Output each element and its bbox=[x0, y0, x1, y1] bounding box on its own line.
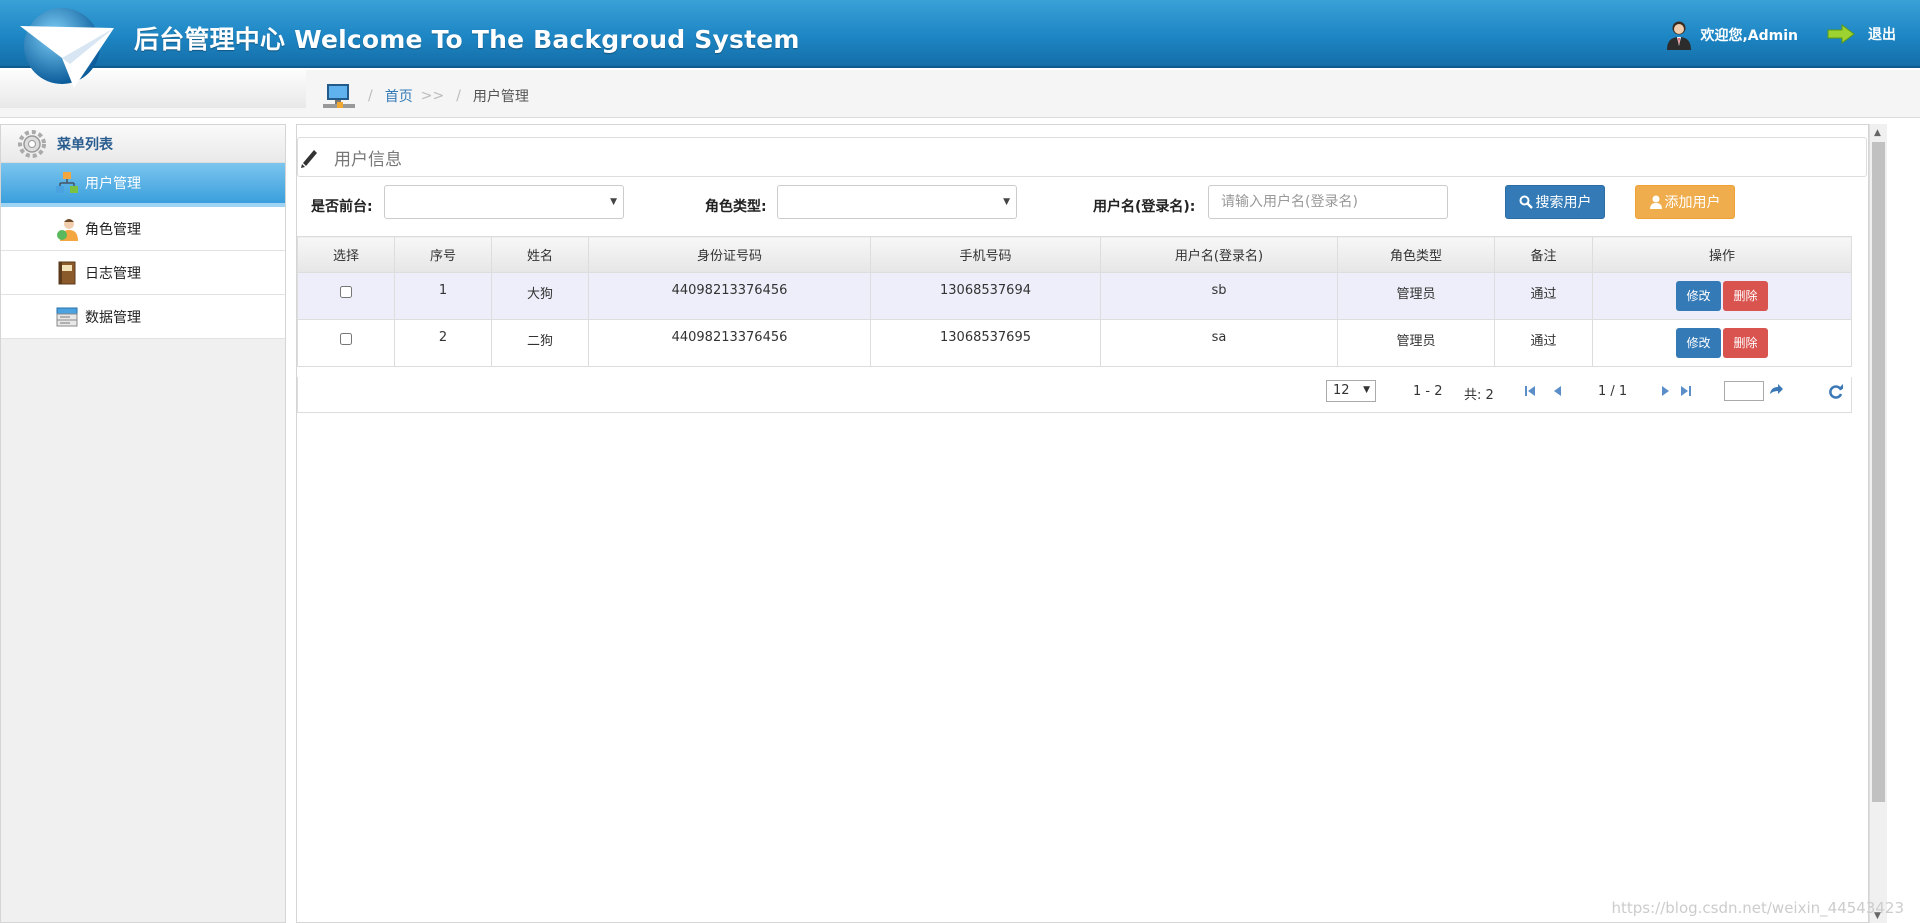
scroll-thumb[interactable] bbox=[1872, 142, 1885, 802]
search-icon bbox=[1519, 195, 1533, 209]
cell-role: 管理员 bbox=[1337, 272, 1495, 320]
panel-title: 用户信息 bbox=[334, 149, 402, 170]
scroll-up-icon[interactable]: ▲ bbox=[1874, 128, 1881, 138]
welcome-user: 欢迎您,Admin bbox=[1666, 20, 1798, 50]
top-header: 后台管理中心 Welcome To The Backgroud System 欢… bbox=[0, 0, 1920, 68]
front-label: 是否前台: bbox=[311, 199, 373, 215]
sidebar-item-role-manage[interactable]: 角色管理 bbox=[1, 207, 285, 251]
col-idcard: 身份证号码 bbox=[588, 236, 871, 273]
pencil-icon bbox=[301, 150, 317, 168]
col-index: 序号 bbox=[394, 236, 492, 273]
sidebar-item-data-manage[interactable]: 数据管理 bbox=[1, 295, 285, 339]
pager: 12 ▼ 1 - 2 共: 2 1 / 1 bbox=[297, 377, 1852, 413]
search-user-button[interactable]: 搜索用户 bbox=[1505, 185, 1605, 219]
caret-down-icon: ▼ bbox=[1363, 385, 1370, 395]
welcome-text: 欢迎您,Admin bbox=[1700, 28, 1798, 44]
cell-name: 大狗 bbox=[491, 272, 589, 320]
cell-phone: 13068537695 bbox=[870, 319, 1101, 367]
edit-button[interactable]: 修改 bbox=[1676, 328, 1721, 358]
cell-username: sa bbox=[1100, 319, 1338, 367]
user-table: 选择 序号 姓名 身份证号码 手机号码 用户名(登录名) 角色类型 备注 操作 … bbox=[297, 236, 1852, 367]
paper-plane-logo bbox=[20, 8, 114, 88]
sidebar-item-label: 角色管理 bbox=[85, 221, 141, 238]
cell-username: sb bbox=[1100, 272, 1338, 320]
admin-avatar-icon bbox=[1667, 21, 1692, 50]
pager-range: 1 - 2 bbox=[1413, 384, 1443, 399]
col-remark: 备注 bbox=[1494, 236, 1593, 273]
col-phone: 手机号码 bbox=[870, 236, 1101, 273]
col-username: 用户名(登录名) bbox=[1100, 236, 1338, 273]
table-row: 2 二狗 44098213376456 13068537695 sa 管理员 通… bbox=[297, 319, 1852, 367]
cell-index: 2 bbox=[394, 319, 492, 367]
cell-actions: 修改 删除 bbox=[1592, 319, 1852, 367]
data-manage-icon bbox=[56, 307, 78, 326]
header-title: 后台管理中心 Welcome To The Backgroud System bbox=[134, 25, 800, 54]
breadcrumb-current: 用户管理 bbox=[472, 89, 529, 105]
go-page-icon[interactable] bbox=[1768, 384, 1784, 398]
pager-total: 共: 2 bbox=[1464, 388, 1494, 403]
row-checkbox[interactable] bbox=[340, 333, 352, 345]
breadcrumb-bar: / 首页 >> / 用户管理 bbox=[0, 70, 1920, 118]
delete-button[interactable]: 删除 bbox=[1723, 281, 1768, 311]
log-book-icon bbox=[58, 261, 76, 284]
col-actions: 操作 bbox=[1592, 236, 1852, 273]
arrow-right-icon bbox=[1827, 24, 1855, 44]
username-label: 用户名(登录名): bbox=[1093, 199, 1196, 215]
add-user-button[interactable]: 添加用户 bbox=[1635, 185, 1735, 219]
row-checkbox[interactable] bbox=[340, 286, 352, 298]
page-number-input[interactable] bbox=[1724, 381, 1764, 401]
col-select: 选择 bbox=[297, 236, 395, 273]
vertical-scrollbar[interactable]: ▲ ▼ bbox=[1869, 124, 1887, 923]
sidebar: 菜单列表 用户管理 角色管理 日志管理 数据管理 bbox=[0, 124, 286, 923]
cell-idcard: 44098213376456 bbox=[588, 272, 871, 320]
breadcrumb: / 首页 >> / 用户管理 bbox=[322, 82, 529, 110]
caret-down-icon: ▼ bbox=[1003, 197, 1010, 207]
cell-index: 1 bbox=[394, 272, 492, 320]
prev-page-icon[interactable] bbox=[1550, 384, 1564, 398]
role-label: 角色类型: bbox=[705, 199, 767, 215]
page-size-select[interactable]: 12 ▼ bbox=[1326, 380, 1376, 402]
col-role: 角色类型 bbox=[1337, 236, 1495, 273]
delete-button[interactable]: 删除 bbox=[1723, 328, 1768, 358]
panel-header: 用户信息 bbox=[297, 137, 1867, 177]
sidebar-item-user-manage[interactable]: 用户管理 bbox=[1, 163, 285, 207]
first-page-icon[interactable] bbox=[1523, 384, 1537, 398]
sidebar-item-label: 数据管理 bbox=[85, 309, 141, 326]
edit-button[interactable]: 修改 bbox=[1676, 281, 1721, 311]
menu-header: 菜单列表 bbox=[1, 125, 285, 163]
cell-phone: 13068537694 bbox=[870, 272, 1101, 320]
main-panel: 用户信息 是否前台: ▼ 角色类型: ▼ 用户名(登录名): 搜索用户 添加用户… bbox=[296, 124, 1869, 923]
last-page-icon[interactable] bbox=[1679, 384, 1693, 398]
table-header-row: 选择 序号 姓名 身份证号码 手机号码 用户名(登录名) 角色类型 备注 操作 bbox=[297, 236, 1852, 273]
menu-title: 菜单列表 bbox=[57, 136, 113, 153]
logout-label: 退出 bbox=[1868, 27, 1896, 43]
computer-icon bbox=[323, 84, 355, 108]
watermark: https://blog.csdn.net/weixin_44543423 bbox=[1611, 899, 1904, 917]
cell-idcard: 44098213376456 bbox=[588, 319, 871, 367]
cell-role: 管理员 bbox=[1337, 319, 1495, 367]
cell-remark: 通过 bbox=[1494, 272, 1593, 320]
filter-bar: 是否前台: ▼ 角色类型: ▼ 用户名(登录名): 搜索用户 添加用户 bbox=[311, 185, 1871, 223]
role-select[interactable]: ▼ bbox=[777, 185, 1017, 219]
user-manage-icon bbox=[56, 172, 78, 193]
cell-actions: 修改 删除 bbox=[1592, 272, 1852, 320]
logout-button[interactable]: 退出 bbox=[1826, 24, 1896, 44]
cell-remark: 通过 bbox=[1494, 319, 1593, 367]
gear-icon bbox=[18, 129, 46, 158]
sidebar-item-label: 用户管理 bbox=[85, 176, 141, 192]
breadcrumb-home-link[interactable]: 首页 bbox=[385, 86, 413, 106]
role-manage-icon bbox=[57, 218, 78, 241]
next-page-icon[interactable] bbox=[1659, 384, 1673, 398]
front-select[interactable]: ▼ bbox=[384, 185, 624, 219]
table-row: 1 大狗 44098213376456 13068537694 sb 管理员 通… bbox=[297, 272, 1852, 320]
col-name: 姓名 bbox=[491, 236, 589, 273]
user-icon bbox=[1649, 195, 1662, 209]
sidebar-item-label: 日志管理 bbox=[85, 265, 141, 282]
cell-name: 二狗 bbox=[491, 319, 589, 367]
pager-page: 1 / 1 bbox=[1598, 384, 1628, 399]
refresh-icon[interactable] bbox=[1828, 384, 1844, 400]
sidebar-item-log-manage[interactable]: 日志管理 bbox=[1, 251, 285, 295]
username-input[interactable] bbox=[1208, 185, 1448, 219]
caret-down-icon: ▼ bbox=[610, 197, 617, 207]
